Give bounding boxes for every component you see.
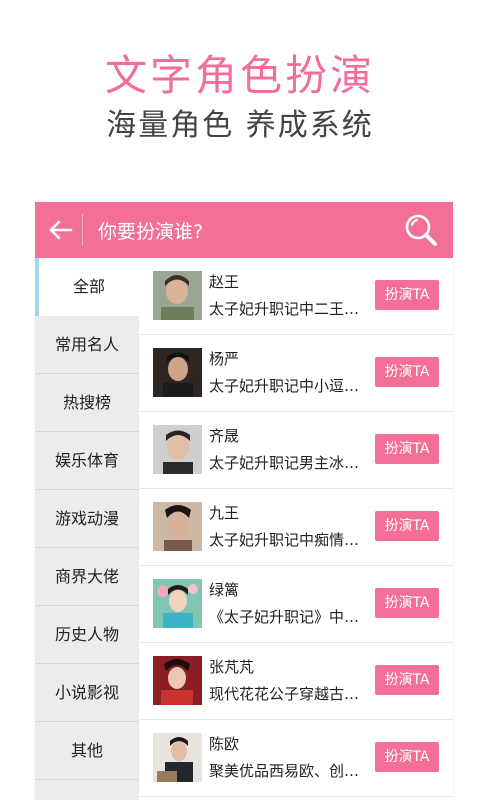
character-list: 赵王 太子妃升职记中二王… 扮演TA 杨严 太子妃升职记中小逗… 扮演TA 齐晟… <box>139 258 453 800</box>
header-divider <box>82 214 83 246</box>
character-row[interactable]: 张芃芃 现代花花公子穿越古… 扮演TA <box>139 643 453 720</box>
character-description: 现代花花公子穿越古… <box>209 685 360 703</box>
roleplay-button[interactable]: 扮演TA <box>375 742 439 772</box>
character-name: 张芃芃 <box>209 658 255 676</box>
character-row[interactable]: 绿篱 《太子妃升职记》中… 扮演TA <box>139 566 453 643</box>
character-description: 太子妃升职记男主冰… <box>209 454 360 472</box>
character-avatar <box>153 733 202 782</box>
character-avatar <box>153 348 202 397</box>
character-description: 聚美优品西易欧、创… <box>209 762 360 780</box>
category-all[interactable]: 全部 <box>35 258 139 316</box>
promo-title: 文字角色扮演 <box>104 51 375 100</box>
roleplay-button[interactable]: 扮演TA <box>375 588 439 618</box>
roleplay-button[interactable]: 扮演TA <box>375 665 439 695</box>
app-screen: 你要扮演谁? 全部 常用名人 热搜榜 娱乐体育 游戏动漫 商界大佬 历史人物 小… <box>35 202 453 800</box>
character-row[interactable]: 杨严 太子妃升职记中小逗… 扮演TA <box>139 335 453 412</box>
search-prompt[interactable]: 你要扮演谁? <box>98 217 203 244</box>
character-description: 太子妃升职记中二王… <box>209 300 360 318</box>
top-bar: 你要扮演谁? <box>35 202 453 258</box>
character-name: 赵王 <box>209 273 240 291</box>
roleplay-button[interactable]: 扮演TA <box>375 357 439 387</box>
category-sidebar: 全部 常用名人 热搜榜 娱乐体育 游戏动漫 商界大佬 历史人物 小说影视 其他 <box>35 258 139 800</box>
character-avatar <box>153 656 202 705</box>
character-description: 太子妃升职记中小逗… <box>209 377 360 395</box>
character-avatar <box>153 579 202 628</box>
category-business[interactable]: 商界大佬 <box>35 548 139 606</box>
roleplay-button[interactable]: 扮演TA <box>375 511 439 541</box>
category-games-anime[interactable]: 游戏动漫 <box>35 490 139 548</box>
category-entertainment-sports[interactable]: 娱乐体育 <box>35 432 139 490</box>
character-avatar <box>153 271 202 320</box>
back-arrow-icon[interactable] <box>45 214 77 246</box>
character-row[interactable]: 九王 太子妃升职记中痴情… 扮演TA <box>139 489 453 566</box>
roleplay-button[interactable]: 扮演TA <box>375 280 439 310</box>
roleplay-button[interactable]: 扮演TA <box>375 434 439 464</box>
character-name: 绿篱 <box>209 581 240 599</box>
category-celebrities[interactable]: 常用名人 <box>35 316 139 374</box>
character-name: 陈欧 <box>209 735 240 753</box>
character-avatar <box>153 502 202 551</box>
character-description: 太子妃升职记中痴情… <box>209 531 360 549</box>
category-novels-film[interactable]: 小说影视 <box>35 664 139 722</box>
character-row[interactable]: 齐晟 太子妃升职记男主冰… 扮演TA <box>139 412 453 489</box>
character-avatar <box>153 425 202 474</box>
character-row[interactable]: 陈欧 聚美优品西易欧、创… 扮演TA <box>139 720 453 797</box>
promo-subtitle: 海量角色 养成系统 <box>106 108 374 143</box>
character-description: 《太子妃升职记》中… <box>209 608 360 626</box>
category-trending[interactable]: 热搜榜 <box>35 374 139 432</box>
category-history[interactable]: 历史人物 <box>35 606 139 664</box>
promo-banner: 文字角色扮演 海量角色 养成系统 <box>0 0 480 200</box>
character-name: 九王 <box>209 504 240 522</box>
search-icon[interactable] <box>403 212 439 248</box>
character-name: 齐晟 <box>209 427 240 445</box>
category-other[interactable]: 其他 <box>35 722 139 780</box>
character-name: 杨严 <box>209 350 240 368</box>
character-row[interactable]: 赵王 太子妃升职记中二王… 扮演TA <box>139 258 453 335</box>
